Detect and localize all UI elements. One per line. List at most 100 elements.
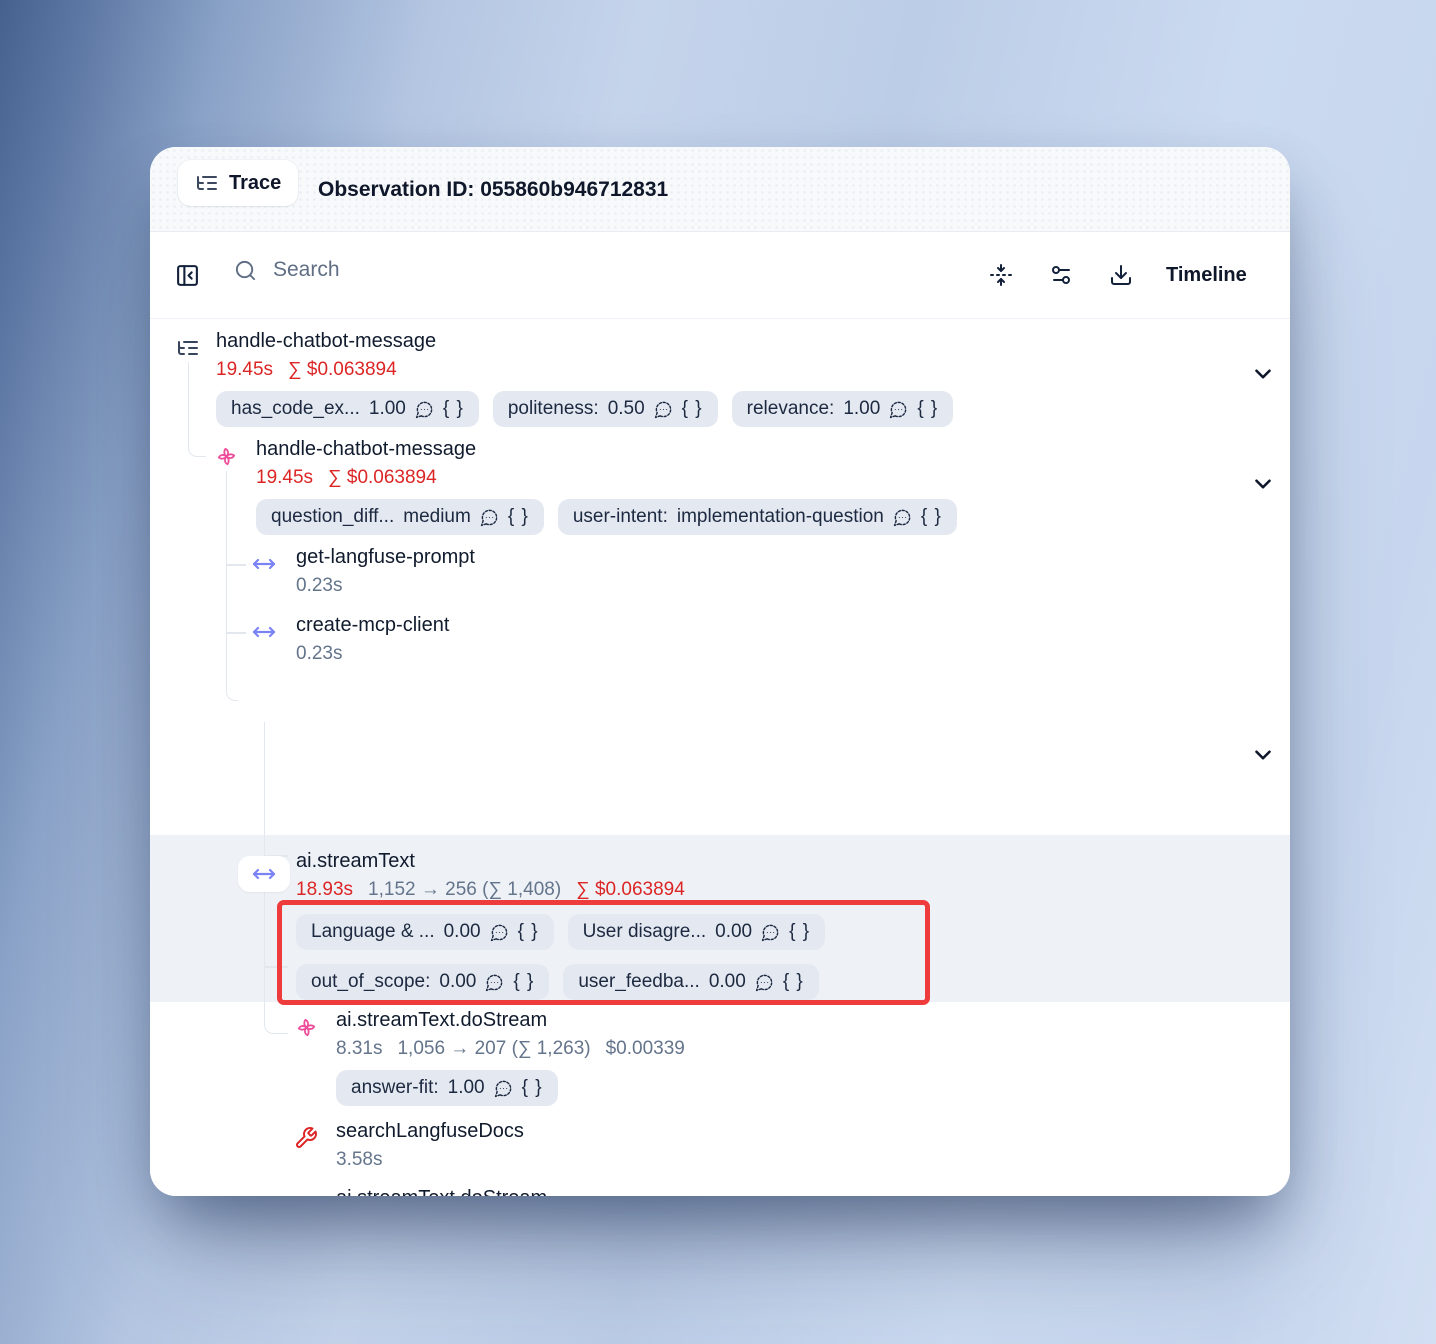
score-badge[interactable]: relevance: 1.00 { } — [732, 391, 954, 427]
score-value: 1.00 — [369, 398, 406, 420]
tree-row[interactable]: create-mcp-client 0.23s — [296, 613, 449, 666]
tree-connector — [264, 1007, 288, 1034]
latency: 8.31s — [336, 1038, 382, 1059]
observation-id: Observation ID: 055860b946712831 — [318, 147, 668, 232]
span-icon — [252, 862, 276, 886]
braces-icon: { } — [443, 398, 464, 420]
score-label: Language & ... — [311, 921, 435, 943]
trace-root-icon — [176, 336, 200, 360]
comment-bubble-icon — [893, 508, 912, 527]
observation-name: searchLangfuseDocs — [336, 1119, 524, 1143]
panel-header: Trace Observation ID: 055860b946712831 — [150, 147, 1290, 232]
observation-metrics: 0.23s — [296, 642, 449, 666]
tree-row[interactable]: get-langfuse-prompt 0.23s — [296, 545, 475, 598]
score-label: politeness: — [508, 398, 599, 420]
collapse-row-chevron[interactable] — [1250, 742, 1276, 768]
chevron-down-icon — [1250, 742, 1276, 768]
observation-metrics: 19.45s ∑ $0.063894 — [256, 466, 957, 490]
view-settings-button[interactable] — [1048, 262, 1074, 288]
collapse-row-chevron[interactable] — [1250, 361, 1276, 387]
latency: 19.45s — [256, 467, 313, 488]
trace-badge-label: Trace — [229, 172, 281, 195]
trace-panel: Trace Observation ID: 055860b946712831 — [150, 147, 1290, 1196]
generation-icon — [294, 1015, 319, 1040]
observation-name: ai.streamText — [296, 849, 825, 873]
observation-metrics: 19.45s ∑ $0.063894 — [216, 358, 953, 382]
observation-metrics: 18.93s 1,152 → 256 (∑ 1,408) ∑ $0.063894 — [296, 878, 825, 902]
score-label: question_diff... — [271, 506, 394, 528]
selected-span-icon-pill — [238, 856, 290, 892]
tree-row[interactable]: searchLangfuseDocs 3.58s — [336, 1119, 524, 1172]
observation-name: get-langfuse-prompt — [296, 545, 475, 569]
score-badge[interactable]: has_code_ex... 1.00 { } — [216, 391, 479, 427]
search-input[interactable] — [273, 258, 753, 282]
tree-row[interactable]: handle-chatbot-message 19.45s ∑ $0.063894… — [216, 329, 953, 427]
total-cost: ∑ $0.063894 — [328, 467, 437, 488]
download-button[interactable] — [1108, 262, 1134, 288]
timeline-toggle[interactable]: Timeline — [1166, 232, 1247, 319]
comment-bubble-icon — [755, 973, 774, 992]
span-icon — [252, 620, 276, 644]
total-cost: ∑ $0.063894 — [576, 879, 685, 900]
score-label: answer-fit: — [351, 1077, 439, 1099]
trace-badge[interactable]: Trace — [178, 160, 298, 206]
token-usage: 1,056 → 207 (∑ 1,263) — [397, 1038, 590, 1059]
collapse-row-chevron[interactable] — [1250, 471, 1276, 497]
score-badge[interactable]: user_feedba... 0.00 { } — [563, 964, 818, 1000]
observation-name: handle-chatbot-message — [216, 329, 953, 353]
latency: 0.23s — [296, 575, 342, 596]
braces-icon: { } — [513, 971, 534, 993]
score-badge[interactable]: User disagre... 0.00 { } — [568, 914, 826, 950]
score-badge[interactable]: politeness: 0.50 { } — [493, 391, 718, 427]
tree-row-selected[interactable]: ai.streamText 18.93s 1,152 → 256 (∑ 1,408… — [296, 849, 825, 1000]
list-tree-icon — [195, 171, 219, 195]
fold-vertical-icon — [989, 263, 1013, 287]
score-badge[interactable]: question_diff... medium { } — [256, 499, 544, 535]
comment-bubble-icon — [415, 400, 434, 419]
score-label: relevance: — [747, 398, 835, 420]
collapse-panel-button[interactable] — [174, 262, 200, 288]
collapse-all-button[interactable] — [988, 262, 1014, 288]
score-value: 0.00 — [444, 921, 481, 943]
trace-tree: handle-chatbot-message 19.45s ∑ $0.063894… — [150, 319, 1290, 1196]
observation-metrics: 0.23s — [296, 574, 475, 598]
generation-icon — [294, 1193, 319, 1196]
tree-row[interactable]: ai.streamText.doStream 10.61s42,053 → 65… — [336, 1186, 721, 1196]
braces-icon: { } — [917, 398, 938, 420]
braces-icon: { } — [783, 971, 804, 993]
span-icon — [252, 552, 276, 576]
total-cost: ∑ $0.063894 — [288, 359, 397, 380]
braces-icon: { } — [921, 506, 942, 528]
score-label: out_of_scope: — [311, 971, 430, 993]
score-value: 0.00 — [439, 971, 476, 993]
tool-wrench-icon — [294, 1126, 318, 1150]
search-field[interactable] — [234, 258, 753, 282]
token-usage: 1,152 → 256 (∑ 1,408) — [368, 879, 561, 900]
generation-icon — [214, 444, 239, 469]
tree-connector — [226, 564, 246, 566]
score-value: 1.00 — [843, 398, 880, 420]
observation-name: ai.streamText.doStream — [336, 1186, 721, 1196]
comment-bubble-icon — [654, 400, 673, 419]
score-value: implementation-question — [677, 506, 884, 528]
sliders-icon — [1049, 263, 1073, 287]
tree-row[interactable]: ai.streamText.doStream 8.31s 1,056 → 207 … — [336, 1008, 700, 1106]
tree-row[interactable]: handle-chatbot-message 19.45s∑ $0.063894… — [256, 437, 957, 535]
tree-connector — [188, 362, 206, 457]
comment-bubble-icon — [485, 973, 504, 992]
observation-name: ai.streamText.doStream — [336, 1008, 700, 1032]
latency: 19.45s — [216, 359, 273, 380]
latency: 18.93s — [296, 879, 353, 900]
score-badge[interactable]: Language & ... 0.00 { } — [296, 914, 554, 950]
latency: 0.23s — [296, 643, 342, 664]
tree-connector — [264, 966, 288, 968]
braces-icon: { } — [508, 506, 529, 528]
score-badge[interactable]: user-intent: implementation-question { } — [558, 499, 957, 535]
score-badge[interactable]: out_of_scope: 0.00 { } — [296, 964, 549, 1000]
score-label: User disagre... — [583, 921, 707, 943]
braces-icon: { } — [789, 921, 810, 943]
observation-metrics: 8.31s1,056 → 207 (∑ 1,263)$0.00339 — [336, 1037, 700, 1061]
score-badge[interactable]: answer-fit: 1.00 { } — [336, 1070, 558, 1106]
tree-connector — [226, 471, 227, 633]
chevron-down-icon — [1250, 471, 1276, 497]
